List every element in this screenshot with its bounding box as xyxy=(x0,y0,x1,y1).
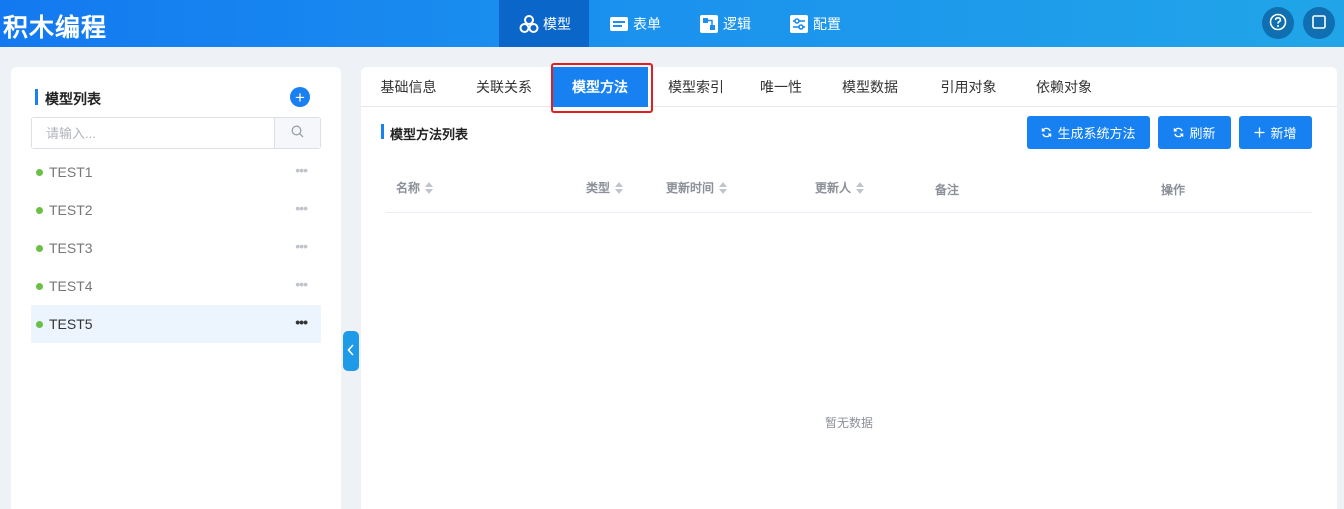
tab-model-index[interactable]: 模型索引 xyxy=(648,67,744,107)
status-dot xyxy=(36,320,43,328)
column-updated-time[interactable]: 更新时间 xyxy=(666,179,728,196)
generate-system-methods-button[interactable]: 生成系统方法 xyxy=(1027,116,1150,149)
help-icon xyxy=(1269,13,1287,34)
column-name[interactable]: 名称 xyxy=(396,179,434,196)
model-name: TEST5 xyxy=(49,316,93,332)
status-dot xyxy=(36,168,43,176)
column-label: 操作 xyxy=(1161,183,1186,197)
app-title: 积木编程 xyxy=(3,13,108,42)
column-label: 备注 xyxy=(935,183,960,197)
collapse-sidebar-button[interactable] xyxy=(343,331,359,371)
model-list: TEST1 ••• TEST2 ••• TEST3 ••• TEST4 ••• … xyxy=(31,153,321,343)
model-list-title: 模型列表 xyxy=(35,89,101,109)
column-actions: 操作 xyxy=(1161,181,1185,198)
column-type[interactable]: 类型 xyxy=(586,179,624,196)
top-right-controls xyxy=(1262,7,1344,39)
chevron-left-icon xyxy=(347,343,355,359)
refresh-icon xyxy=(1041,127,1052,138)
more-icon[interactable]: ••• xyxy=(295,200,308,216)
tab-model-methods[interactable]: 模型方法 xyxy=(552,67,648,107)
nav-item-model[interactable]: 模型 xyxy=(499,0,589,47)
list-item[interactable]: TEST4 ••• xyxy=(31,267,321,305)
model-search xyxy=(31,117,321,149)
more-icon[interactable]: ••• xyxy=(295,162,308,178)
nav-label: 配置 xyxy=(813,15,841,32)
help-button[interactable] xyxy=(1262,7,1294,39)
tab-relations[interactable]: 关联关系 xyxy=(456,67,552,107)
add-button[interactable]: 新增 xyxy=(1239,116,1312,149)
more-icon[interactable]: ••• xyxy=(295,238,308,254)
model-list-panel: 模型列表 + TEST1 ••• TEST2 ••• TEST3 ••• T xyxy=(11,67,341,509)
nav-item-config[interactable]: 配置 xyxy=(769,0,859,47)
status-dot xyxy=(36,244,43,252)
tab-bar: 基础信息 关联关系 模型方法 模型索引 唯一性 模型数据 引用对象 依赖对象 xyxy=(361,67,1337,107)
column-label: 更新时间 xyxy=(666,181,715,195)
top-bar: 积木编程 模型 表单 逻辑 配置 xyxy=(0,0,1344,47)
tab-dependent-objects[interactable]: 依赖对象 xyxy=(1015,67,1113,107)
more-icon[interactable]: ••• xyxy=(295,314,308,330)
nav-label: 模型 xyxy=(543,15,571,32)
list-item-selected[interactable]: TEST5 ••• xyxy=(31,305,321,343)
list-item[interactable]: TEST3 ••• xyxy=(31,229,321,267)
empty-state-text: 暂无数据 xyxy=(824,416,873,430)
window-button[interactable] xyxy=(1303,7,1335,39)
section-title: 模型方法列表 xyxy=(381,124,468,143)
model-name: TEST4 xyxy=(49,278,93,294)
list-item[interactable]: TEST1 ••• xyxy=(31,153,321,191)
logic-icon xyxy=(699,14,719,34)
list-item[interactable]: TEST2 ••• xyxy=(31,191,321,229)
main-nav: 模型 表单 逻辑 配置 xyxy=(499,0,859,47)
table-header: 名称 类型 更新时间 更新人 备注 操作 xyxy=(386,167,1312,213)
column-updated-by[interactable]: 更新人 xyxy=(815,179,865,196)
sort-icon[interactable] xyxy=(615,181,624,194)
nav-item-logic[interactable]: 逻辑 xyxy=(679,0,769,47)
more-icon[interactable]: ••• xyxy=(295,276,308,292)
model-name: TEST2 xyxy=(49,202,93,218)
tab-uniqueness[interactable]: 唯一性 xyxy=(744,67,818,107)
status-dot xyxy=(36,282,43,290)
search-button[interactable] xyxy=(274,118,320,148)
search-icon xyxy=(291,125,304,141)
nav-label: 表单 xyxy=(633,15,661,32)
nav-label: 逻辑 xyxy=(723,15,751,32)
action-bar: 生成系统方法 刷新 新增 xyxy=(1019,116,1312,149)
sort-icon[interactable] xyxy=(425,181,434,194)
column-remark: 备注 xyxy=(935,181,959,198)
search-input[interactable] xyxy=(32,118,274,148)
tab-referenced-objects[interactable]: 引用对象 xyxy=(922,67,1015,107)
refresh-icon xyxy=(1173,127,1184,138)
sort-icon[interactable] xyxy=(856,181,865,194)
tab-model-data[interactable]: 模型数据 xyxy=(818,67,922,107)
button-label: 新增 xyxy=(1270,126,1297,141)
add-model-button[interactable]: + xyxy=(290,87,310,107)
plus-icon: + xyxy=(295,87,305,107)
column-label: 名称 xyxy=(396,181,421,195)
status-dot xyxy=(36,206,43,214)
config-icon xyxy=(789,14,809,34)
form-icon xyxy=(609,14,629,34)
plus-icon xyxy=(1254,127,1265,138)
nav-item-form[interactable]: 表单 xyxy=(589,0,679,47)
model-name: TEST1 xyxy=(49,164,93,180)
column-label: 类型 xyxy=(586,181,611,195)
refresh-button[interactable]: 刷新 xyxy=(1158,116,1231,149)
column-label: 更新人 xyxy=(815,181,852,195)
model-name: TEST3 xyxy=(49,240,93,256)
sort-icon[interactable] xyxy=(719,181,728,194)
button-label: 刷新 xyxy=(1189,126,1216,141)
tab-basic-info[interactable]: 基础信息 xyxy=(361,67,456,107)
main-panel: 基础信息 关联关系 模型方法 模型索引 唯一性 模型数据 引用对象 依赖对象 模… xyxy=(361,63,1337,509)
window-icon xyxy=(1312,14,1326,32)
cubes-icon xyxy=(519,14,539,34)
button-label: 生成系统方法 xyxy=(1057,126,1136,141)
